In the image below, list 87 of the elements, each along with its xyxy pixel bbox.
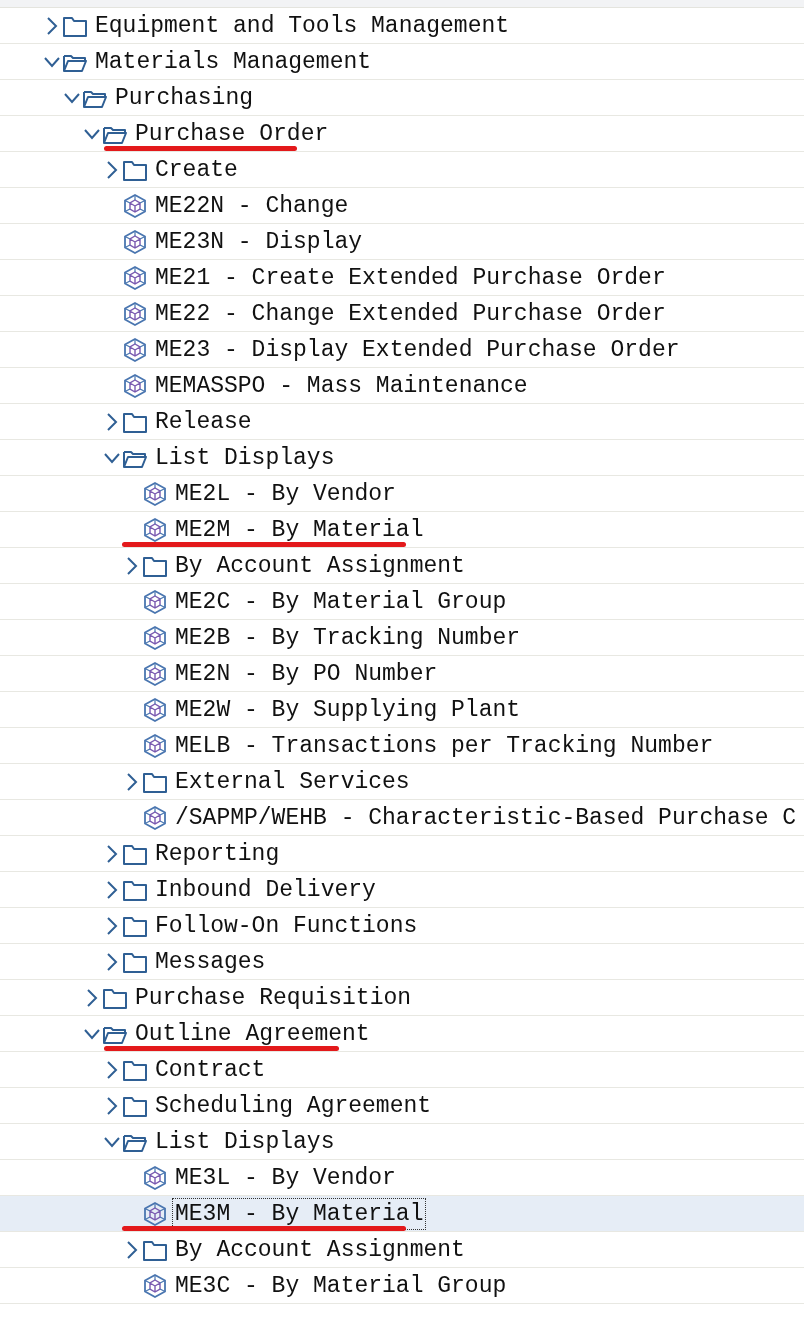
tree-row[interactable]: ME23N - Display	[0, 224, 804, 260]
tree-row[interactable]: ME3C - By Material Group	[0, 1268, 804, 1304]
cube-icon	[142, 624, 168, 651]
tree-item-label: Follow-On Functions	[154, 911, 419, 941]
tree-item-label: /SAPMP/WEHB - Characteristic-Based Purchase C	[174, 803, 798, 833]
tree-row[interactable]: ME2L - By Vendor	[0, 476, 804, 512]
tree-item-label: Inbound Delivery	[154, 875, 377, 905]
cube-icon	[142, 732, 168, 759]
tree-item-label: By Account Assignment	[174, 551, 466, 581]
tree-item-label: Equipment and Tools Management	[94, 11, 511, 41]
tree-row[interactable]: Scheduling Agreement	[0, 1088, 804, 1124]
tree-item-label: Reporting	[154, 839, 281, 869]
tree-row[interactable]: ME2B - By Tracking Number	[0, 620, 804, 656]
cube-icon	[142, 516, 168, 543]
tree-item-label: ME3L - By Vendor	[174, 1163, 397, 1193]
tree-row[interactable]: ME2M - By Material	[0, 512, 804, 548]
tree-row[interactable]: List Displays	[0, 440, 804, 476]
tree-row[interactable]: External Services	[0, 764, 804, 800]
tree-item-label: External Services	[174, 767, 411, 797]
cube-icon	[122, 192, 148, 219]
tree-item-label: Contract	[154, 1055, 267, 1085]
tree-row[interactable]: Purchase Order	[0, 116, 804, 152]
tree-row[interactable]: List Displays	[0, 1124, 804, 1160]
tree-row[interactable]: ME22 - Change Extended Purchase Order	[0, 296, 804, 332]
tree-item-label: ME23 - Display Extended Purchase Order	[154, 335, 681, 365]
cube-icon	[122, 372, 148, 399]
cube-icon	[142, 1164, 168, 1191]
tree-row[interactable]: Follow-On Functions	[0, 908, 804, 944]
tree-row[interactable]: ME2W - By Supplying Plant	[0, 692, 804, 728]
tree-item-label: List Displays	[154, 443, 336, 473]
tree-row[interactable]: Release	[0, 404, 804, 440]
tree-item-label: ME2W - By Supplying Plant	[174, 695, 522, 725]
cube-icon	[142, 588, 168, 615]
tree-row[interactable]: MEMASSPO - Mass Maintenance	[0, 368, 804, 404]
tree-item-label: Purchase Order	[134, 119, 330, 149]
tree-item-label: ME2N - By PO Number	[174, 659, 439, 689]
tree-row[interactable]: Equipment and Tools Management	[0, 8, 804, 44]
tree-row[interactable]: Outline Agreement	[0, 1016, 804, 1052]
cube-icon	[122, 264, 148, 291]
cube-icon	[122, 336, 148, 363]
cube-icon	[142, 660, 168, 687]
cube-icon	[142, 1200, 168, 1227]
cube-icon	[142, 696, 168, 723]
tree-row[interactable]: ME3M - By Material	[0, 1196, 804, 1232]
tree-item-label: Release	[154, 407, 253, 437]
tree-row[interactable]: Inbound Delivery	[0, 872, 804, 908]
cube-icon	[142, 1272, 168, 1299]
tree-row[interactable]: ME2C - By Material Group	[0, 584, 804, 620]
tree-item-label: Scheduling Agreement	[154, 1091, 433, 1121]
tree-row[interactable]: MELB - Transactions per Tracking Number	[0, 728, 804, 764]
tree-row[interactable]: Purchase Requisition	[0, 980, 804, 1016]
tree-row[interactable]: ME2N - By PO Number	[0, 656, 804, 692]
tree-row[interactable]: Materials Management	[0, 44, 804, 80]
tree-item-label: Outline Agreement	[134, 1019, 371, 1049]
tree-item-label: ME2C - By Material Group	[174, 587, 508, 617]
tree-row[interactable]: By Account Assignment	[0, 548, 804, 584]
tree-item-label: ME22N - Change	[154, 191, 350, 221]
tree-item-label: ME2L - By Vendor	[174, 479, 397, 509]
tree-item-label: MELB - Transactions per Tracking Number	[174, 731, 715, 761]
tree-item-label: ME23N - Display	[154, 227, 364, 257]
tree-item-label: ME3C - By Material Group	[174, 1271, 508, 1301]
tree-row[interactable]: Reporting	[0, 836, 804, 872]
cube-icon	[122, 228, 148, 255]
tree-row[interactable]: Create	[0, 152, 804, 188]
cube-icon	[142, 804, 168, 831]
tree-row[interactable]: ME22N - Change	[0, 188, 804, 224]
tree-item-label: ME22 - Change Extended Purchase Order	[154, 299, 667, 329]
tree-item-label: Materials Management	[94, 47, 373, 77]
tree-item-label: Messages	[154, 947, 267, 977]
tree-item-label: ME2M - By Material	[174, 515, 425, 545]
tree-item-label: Purchase Requisition	[134, 983, 413, 1013]
tree-item-label: ME2B - By Tracking Number	[174, 623, 522, 653]
tree-row[interactable]: Contract	[0, 1052, 804, 1088]
tree-item-label: Purchasing	[114, 83, 255, 113]
tree-item-label: MEMASSPO - Mass Maintenance	[154, 371, 529, 401]
cube-icon	[122, 300, 148, 327]
tree-row[interactable]: Purchasing	[0, 80, 804, 116]
cube-icon	[142, 480, 168, 507]
tree-item-label: Create	[154, 155, 239, 185]
tree-row[interactable]: ME23 - Display Extended Purchase Order	[0, 332, 804, 368]
tree-item-label: By Account Assignment	[174, 1235, 466, 1265]
tree-row[interactable]: ME21 - Create Extended Purchase Order	[0, 260, 804, 296]
tree-row[interactable]: Messages	[0, 944, 804, 980]
tree-row[interactable]: /SAPMP/WEHB - Characteristic-Based Purchase C	[0, 800, 804, 836]
tree-item-label: List Displays	[154, 1127, 336, 1157]
tree-item-label: ME21 - Create Extended Purchase Order	[154, 263, 667, 293]
tree-row[interactable]: By Account Assignment	[0, 1232, 804, 1268]
